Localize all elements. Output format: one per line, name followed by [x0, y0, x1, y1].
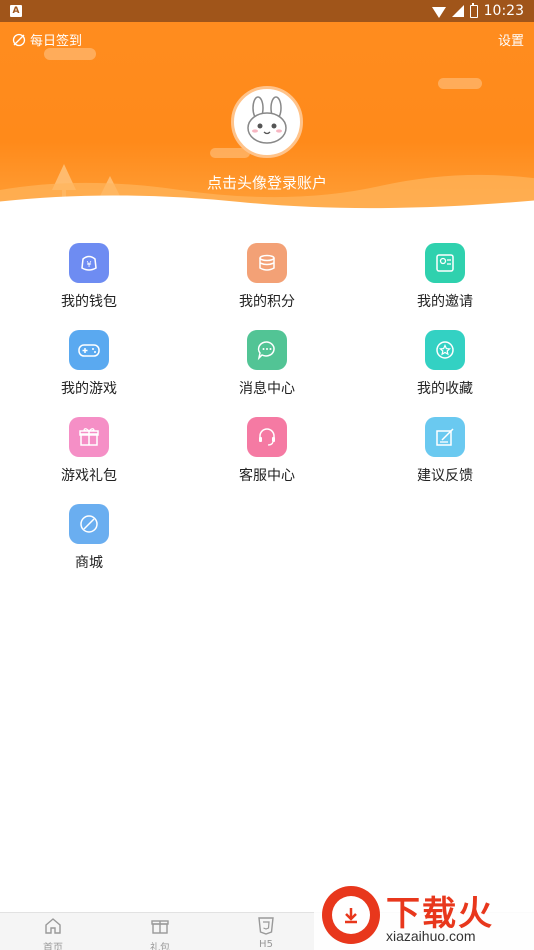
home-icon: [45, 918, 61, 934]
checkin-label: 每日签到: [30, 33, 83, 48]
gift-icon: [69, 417, 109, 457]
menu-item-my-games[interactable]: 我的游戏: [29, 330, 149, 398]
app-notification-icon: A: [10, 5, 22, 17]
daily-checkin-button[interactable]: 每日签到: [12, 30, 82, 49]
nav-gift-label: 礼包: [150, 943, 170, 950]
gift-icon: [151, 920, 169, 934]
menu-item-shop[interactable]: 商城: [29, 504, 149, 572]
nav-h5-label: H5: [259, 939, 273, 950]
checkin-icon: [12, 33, 26, 46]
feedback-icon: [425, 417, 465, 457]
cloud-decoration: [438, 78, 482, 89]
nav-home-label: 首页: [43, 943, 63, 950]
settings-button[interactable]: 设置: [498, 30, 524, 49]
menu-item-label: 我的收藏: [417, 380, 473, 396]
wallet-icon: ¥: [69, 243, 109, 283]
rabbit-avatar-icon: [247, 96, 287, 144]
gamepad-icon: [69, 330, 109, 370]
menu-item-label: 商城: [75, 554, 103, 570]
points-icon: [247, 243, 287, 283]
menu-item-label: 游戏礼包: [61, 467, 117, 483]
svg-text:¥: ¥: [86, 260, 91, 269]
menu-item-label: 建议反馈: [417, 467, 473, 483]
avatar[interactable]: [231, 86, 303, 158]
menu-item-label: 我的积分: [239, 293, 295, 309]
watermark-url: xiazaihuo.com: [386, 928, 476, 944]
message-icon: [247, 330, 287, 370]
watermark: 下载火 xiazaihuo.com: [314, 880, 534, 950]
html5-icon: [258, 917, 274, 935]
nav-h5[interactable]: H5: [246, 916, 286, 950]
menu-item-label: 我的邀请: [417, 293, 473, 309]
signal-icon: [451, 5, 464, 17]
menu-item-label: 客服中心: [239, 467, 295, 483]
nav-gift[interactable]: 礼包: [140, 916, 180, 950]
menu-item-feedback[interactable]: 建议反馈: [385, 417, 505, 485]
profile-header: 每日签到 设置 点击头像登录账户: [0, 22, 534, 222]
menu-item-label: 我的游戏: [61, 380, 117, 396]
star-icon: [425, 330, 465, 370]
menu-item-label: 我的钱包: [61, 293, 117, 309]
menu-item-points[interactable]: 我的积分: [207, 243, 327, 311]
menu-item-messages[interactable]: 消息中心: [207, 330, 327, 398]
invite-icon: [425, 243, 465, 283]
headset-icon: [247, 417, 287, 457]
menu-item-game-gifts[interactable]: 游戏礼包: [29, 417, 149, 485]
shop-icon: [69, 504, 109, 544]
menu-item-label: 消息中心: [239, 380, 295, 396]
status-time: 10:23: [483, 3, 524, 19]
menu-item-customer-service[interactable]: 客服中心: [207, 417, 327, 485]
download-arrow-icon: [345, 908, 357, 924]
nav-home[interactable]: 首页: [33, 916, 73, 950]
status-bar: A 10:23: [0, 0, 534, 22]
battery-icon: [469, 2, 478, 18]
header-wave: [0, 174, 534, 222]
cloud-decoration: [44, 48, 96, 60]
menu-item-wallet[interactable]: ¥ 我的钱包: [29, 243, 149, 311]
menu-item-invite[interactable]: 我的邀请: [385, 243, 505, 311]
wifi-icon: [431, 6, 446, 18]
menu-item-favorites[interactable]: 我的收藏: [385, 330, 505, 398]
